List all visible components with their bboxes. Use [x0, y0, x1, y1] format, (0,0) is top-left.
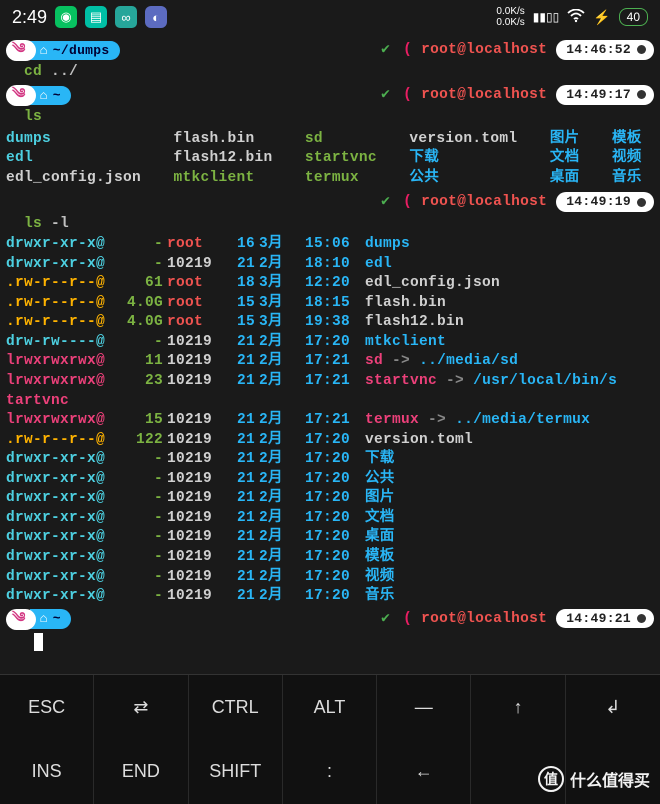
watermark-text: 什么值得买 — [570, 767, 650, 791]
key-colon[interactable]: : — [283, 740, 377, 804]
key-ins[interactable]: INS — [0, 740, 94, 804]
check-icon: ✔ — [381, 42, 390, 58]
user-host: root@localhost — [421, 42, 547, 58]
list-row: drw-rw----@-10219212月17:20mtkclient — [6, 333, 654, 353]
wifi-icon — [567, 9, 585, 26]
list-row: lrwxrwxrwx@2310219212月17:21startvnc -> /… — [6, 372, 654, 392]
list-row: drwxr-xr-x@-10219212月17:20音乐 — [6, 587, 654, 607]
list-row: .rw-r--r--@61root183月12:20edl_config.jso… — [6, 274, 654, 294]
cursor — [34, 633, 43, 651]
key-alt[interactable]: ALT — [283, 675, 377, 740]
terminal-output[interactable]: ༄ ⌂~/dumps ✔ ( root@localhost 14:46:52 c… — [0, 34, 660, 652]
prompt-line: ༄ ⌂~ ✔ ( root@localhost 14:49:21 — [6, 609, 654, 630]
list-row-wrap: tartvnc — [6, 392, 654, 412]
list-row: lrwxrwxrwx@1510219212月17:21termux -> ../… — [6, 411, 654, 431]
prompt-line: ༄ ⌂~ ✔ ( root@localhost 14:49:17 — [6, 85, 654, 106]
charging-icon: ⚡ — [593, 9, 610, 26]
clock: 2:49 — [12, 7, 47, 28]
list-row: drwxr-xr-x@-10219212月17:20公共 — [6, 470, 654, 490]
signal-icon: ▮▮▯▯ — [533, 10, 559, 24]
ls-l-output: drwxr-xr-x@-root163月15:06dumpsdrwxr-xr-x… — [6, 235, 654, 607]
watermark-icon: 值 — [538, 766, 564, 792]
list-row: .rw-r--r--@4.0Groot153月19:38flash12.bin — [6, 313, 654, 333]
user-host: root@localhost — [421, 87, 547, 103]
command-line: ls -l — [6, 215, 654, 235]
ls-output: dumpsflash.binsdversion.toml图片模板 edlflas… — [6, 130, 654, 189]
command-line: ls — [6, 108, 654, 128]
list-row: drwxr-xr-x@-10219212月18:10edl — [6, 255, 654, 275]
watermark: 值 什么值得买 — [538, 766, 650, 792]
key-tab[interactable]: ⇄ — [94, 675, 188, 740]
list-row: drwxr-xr-x@-root163月15:06dumps — [6, 235, 654, 255]
list-row: drwxr-xr-x@-10219212月17:20模板 — [6, 548, 654, 568]
check-icon: ✔ — [381, 194, 390, 210]
status-bar: 2:49 ◉ ▤ ∞ ◐ 0.0K/s 0.0K/s ▮▮▯▯ ⚡ 40 — [0, 0, 660, 34]
list-row: .rw-r--r--@4.0Groot153月18:15flash.bin — [6, 294, 654, 314]
prompt-line: ༄ ⌂~/dumps ✔ ( root@localhost 14:46:52 — [6, 40, 654, 61]
key-esc[interactable]: ESC — [0, 675, 94, 740]
app-icon: ∞ — [115, 6, 137, 28]
key-dash[interactable]: — — [377, 675, 471, 740]
key-left[interactable]: ← — [377, 740, 471, 804]
key-end[interactable]: END — [94, 740, 188, 804]
battery-indicator: 40 — [619, 8, 648, 26]
list-row: .rw-r--r--@12210219212月17:20version.toml — [6, 431, 654, 451]
key-ctrl[interactable]: CTRL — [189, 675, 283, 740]
check-icon: ✔ — [381, 611, 390, 627]
prompt-pill: ༄ — [6, 40, 36, 61]
prompt-path: ⌂~/dumps — [30, 41, 120, 61]
key-enter[interactable]: ↲ — [566, 675, 660, 740]
time-pill: 14:49:19 — [556, 192, 654, 212]
time-pill: 14:49:17 — [556, 85, 654, 105]
check-icon: ✔ — [381, 87, 390, 103]
list-row: drwxr-xr-x@-10219212月17:20下载 — [6, 450, 654, 470]
wechat-icon: ◉ — [55, 6, 77, 28]
message-icon: ▤ — [85, 6, 107, 28]
list-row: drwxr-xr-x@-10219212月17:20图片 — [6, 489, 654, 509]
list-row: drwxr-xr-x@-10219212月17:20文档 — [6, 509, 654, 529]
command-line: cd ../ — [6, 63, 654, 83]
key-shift[interactable]: SHIFT — [189, 740, 283, 804]
user-host: root@localhost — [421, 194, 547, 210]
prompt-pill: ༄ — [6, 85, 36, 106]
app-icon-2: ◐ — [145, 6, 167, 28]
list-row: drwxr-xr-x@-10219212月17:20视频 — [6, 568, 654, 588]
prompt-path: ⌂~ — [30, 86, 71, 106]
user-host: root@localhost — [421, 611, 547, 627]
prompt-path: ⌂~ — [30, 609, 71, 629]
prompt-pill: ༄ — [6, 609, 36, 630]
list-row: drwxr-xr-x@-10219212月17:20桌面 — [6, 528, 654, 548]
prompt-line: ✔ ( root@localhost 14:49:19 — [6, 192, 654, 213]
time-pill: 14:46:52 — [556, 40, 654, 60]
time-pill: 14:49:21 — [556, 609, 654, 629]
list-row: lrwxrwxrwx@1110219212月17:21sd -> ../medi… — [6, 352, 654, 372]
key-up[interactable]: ↑ — [471, 675, 565, 740]
network-speed: 0.0K/s 0.0K/s — [496, 6, 524, 28]
